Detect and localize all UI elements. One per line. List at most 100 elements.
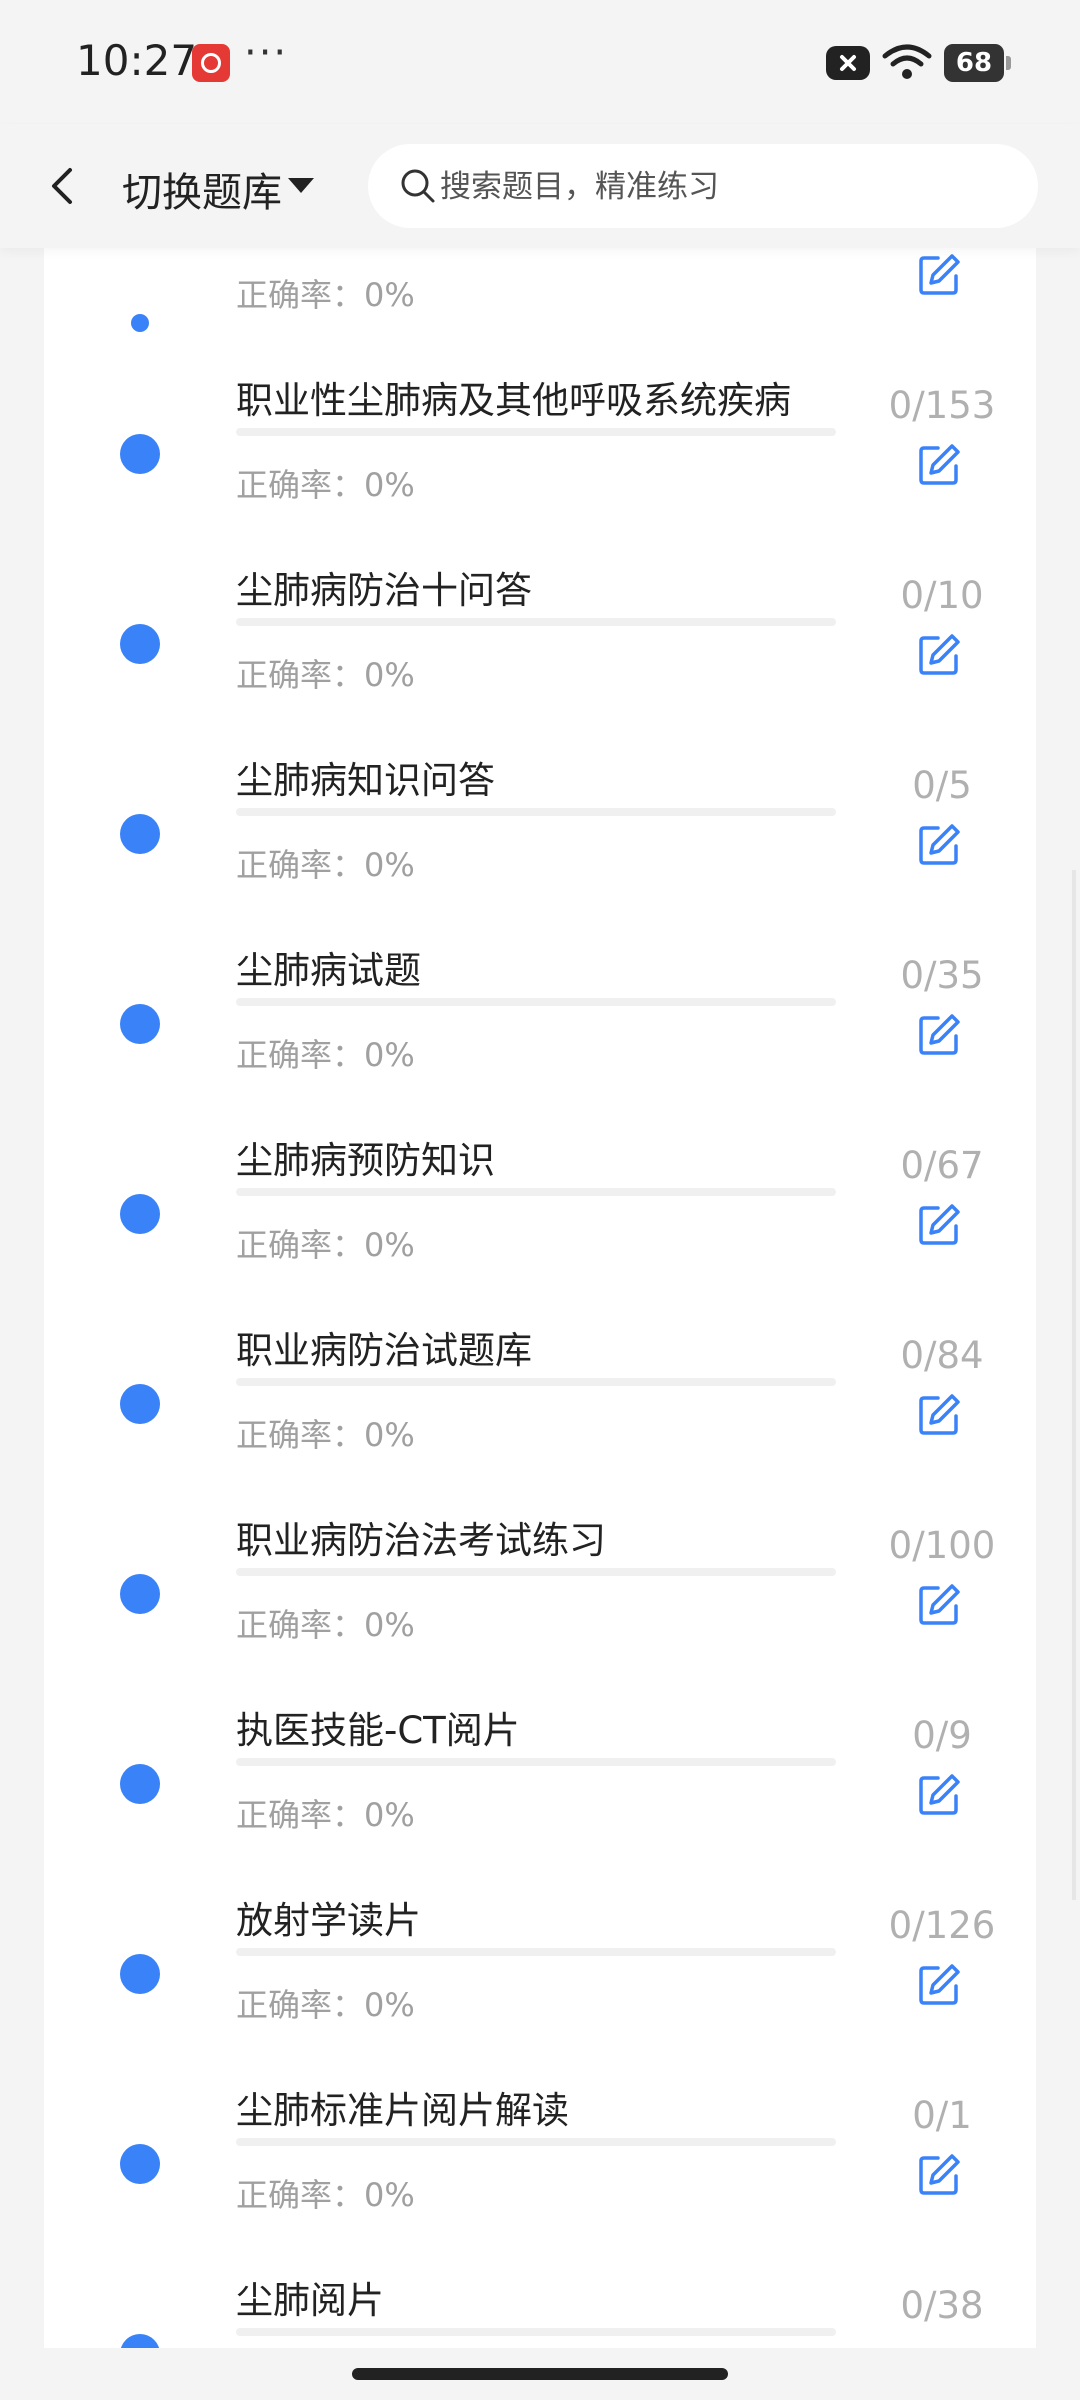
- item-title[interactable]: 执医技能-CT阅片: [236, 1700, 520, 1754]
- item-title[interactable]: 尘肺病预防知识: [236, 1130, 495, 1184]
- top-bar: 切换题库: [0, 124, 1080, 248]
- question-count: 0/126: [888, 1904, 996, 1947]
- list-item[interactable]: 尘肺病试题正确率：0% 0/35: [44, 912, 1036, 1102]
- list-item[interactable]: 职业病防治试题库 正确率：0% 0/84: [44, 1292, 1036, 1482]
- list-item[interactable]: 执医技能-CT阅片 正确率：0% 0/9: [44, 1672, 1036, 1862]
- accuracy-value: 0%: [364, 2176, 415, 2214]
- search-input[interactable]: [438, 158, 1002, 216]
- accuracy-label: 正确率：: [236, 466, 365, 504]
- scrollbar[interactable]: [1072, 870, 1076, 1900]
- back-arrow-icon[interactable]: [44, 158, 80, 214]
- question-bank-list: 正确率：0%0/576职业性尘肺病及其他呼吸系统疾病正确率：0%0/153尘肺病…: [44, 248, 1036, 2348]
- edit-practice-icon[interactable]: [916, 252, 962, 298]
- status-dot-icon: [120, 624, 160, 664]
- edit-practice-icon[interactable]: [916, 2152, 962, 2198]
- edit-practice-icon[interactable]: [916, 442, 962, 488]
- wifi-icon: [882, 42, 932, 82]
- question-count: 0/10: [900, 574, 984, 617]
- progress-bar: [236, 1378, 836, 1386]
- list-item[interactable]: 尘肺阅片 0/38: [44, 2242, 1036, 2348]
- item-title[interactable]: 职业病防治法考试练习: [236, 1510, 606, 1564]
- accuracy-text: 正确率：0%: [236, 1410, 415, 1456]
- progress-bar: [236, 1188, 836, 1196]
- accuracy-label: 正确率：: [236, 276, 365, 314]
- progress-bar: [236, 1568, 836, 1576]
- accuracy-value: 0%: [364, 1226, 415, 1264]
- home-indicator[interactable]: [352, 2368, 728, 2380]
- accuracy-label: 正确率：: [236, 1986, 365, 2024]
- status-dot-icon: [120, 2334, 160, 2348]
- accuracy-text: 正确率：0%: [236, 1030, 415, 1076]
- edit-practice-icon[interactable]: [916, 822, 962, 868]
- progress-bar: [236, 1758, 836, 1766]
- status-dot-icon: [120, 814, 160, 854]
- item-title[interactable]: 尘肺病知识问答: [236, 750, 495, 804]
- edit-practice-icon[interactable]: [916, 632, 962, 678]
- list-item[interactable]: 职业性尘肺病及其他呼吸系统疾病正确率：0% 0/153: [44, 342, 1036, 532]
- status-dot-icon: [120, 1004, 160, 1044]
- question-count: 0/9: [912, 1714, 972, 1757]
- list-item[interactable]: 尘肺病防治十问答正确率：0% 0/10: [44, 532, 1036, 722]
- accuracy-text: 正确率：0%: [236, 460, 415, 506]
- progress-bar: [236, 618, 836, 626]
- caret-down-icon[interactable]: [288, 178, 314, 193]
- item-title[interactable]: 放射学读片: [236, 1890, 421, 1944]
- accuracy-label: 正确率：: [236, 846, 365, 884]
- progress-bar: [236, 808, 836, 816]
- accuracy-text: 正确率：0%: [236, 840, 415, 886]
- item-title[interactable]: 尘肺标准片阅片解读: [236, 2080, 569, 2134]
- switch-question-bank-button[interactable]: 切换题库: [122, 160, 282, 218]
- status-dot-icon: [120, 1954, 160, 1994]
- question-count: 0/5: [912, 764, 972, 807]
- accuracy-text: 正确率：0%: [236, 1220, 415, 1266]
- more-notifications-icon: ···: [244, 30, 289, 76]
- accuracy-label: 正确率：: [236, 1226, 365, 1264]
- edit-practice-icon[interactable]: [916, 1012, 962, 1058]
- item-title[interactable]: 职业性尘肺病及其他呼吸系统疾病: [236, 370, 791, 424]
- list-item[interactable]: 放射学读片正确率：0% 0/126: [44, 1862, 1036, 2052]
- item-title[interactable]: 尘肺病试题: [236, 940, 421, 994]
- accuracy-label: 正确率：: [236, 1416, 365, 1454]
- edit-practice-icon[interactable]: [916, 1772, 962, 1818]
- status-dot-icon: [120, 1574, 160, 1614]
- accuracy-value: 0%: [364, 1986, 415, 2024]
- accuracy-label: 正确率：: [236, 1796, 365, 1834]
- progress-bar: [236, 2328, 836, 2336]
- question-count: 0/153: [888, 384, 996, 427]
- search-bar[interactable]: [368, 144, 1038, 228]
- accuracy-value: 0%: [364, 1416, 415, 1454]
- notification-app-icon: [192, 44, 230, 82]
- edit-practice-icon[interactable]: [916, 1202, 962, 1248]
- status-dot-icon: [120, 1194, 160, 1234]
- status-bar: 10:27 ··· 68: [0, 0, 1080, 124]
- item-title[interactable]: 尘肺阅片: [236, 2270, 384, 2324]
- accuracy-label: 正确率：: [236, 1606, 365, 1644]
- question-count: 0/38: [900, 2284, 984, 2327]
- x-icon: [826, 46, 870, 80]
- list-item[interactable]: 尘肺病预防知识 正确率：0% 0/67: [44, 1102, 1036, 1292]
- item-title[interactable]: 职业病防治试题库: [236, 1320, 532, 1374]
- status-dot-icon: [120, 2144, 160, 2184]
- accuracy-value: 0%: [364, 846, 415, 884]
- progress-bar: [236, 2138, 836, 2146]
- accuracy-label: 正确率：: [236, 2176, 365, 2214]
- accuracy-text: 正确率：0%: [236, 650, 415, 696]
- accuracy-label: 正确率：: [236, 1036, 365, 1074]
- progress-bar: [236, 1948, 836, 1956]
- accuracy-value: 0%: [364, 1606, 415, 1644]
- question-count: 0/35: [900, 954, 984, 997]
- accuracy-value: 0%: [364, 656, 415, 694]
- battery-icon: 68: [944, 44, 1011, 82]
- list-item[interactable]: 尘肺标准片阅片解读正确率：0% 0/1: [44, 2052, 1036, 2242]
- list-item[interactable]: 尘肺病知识问答正确率：0% 0/5: [44, 722, 1036, 912]
- edit-practice-icon[interactable]: [916, 1392, 962, 1438]
- status-dot-icon: [131, 314, 149, 332]
- edit-practice-icon[interactable]: [916, 1582, 962, 1628]
- item-title[interactable]: 尘肺病防治十问答: [236, 560, 532, 614]
- search-icon: [398, 166, 438, 206]
- list-item[interactable]: 职业病防治法考试练习 正确率：0% 0/100: [44, 1482, 1036, 1672]
- edit-practice-icon[interactable]: [916, 1962, 962, 2008]
- list-item[interactable]: 正确率：0%0/576: [44, 248, 1036, 342]
- accuracy-value: 0%: [364, 1036, 415, 1074]
- question-count: 0/1: [912, 2094, 972, 2137]
